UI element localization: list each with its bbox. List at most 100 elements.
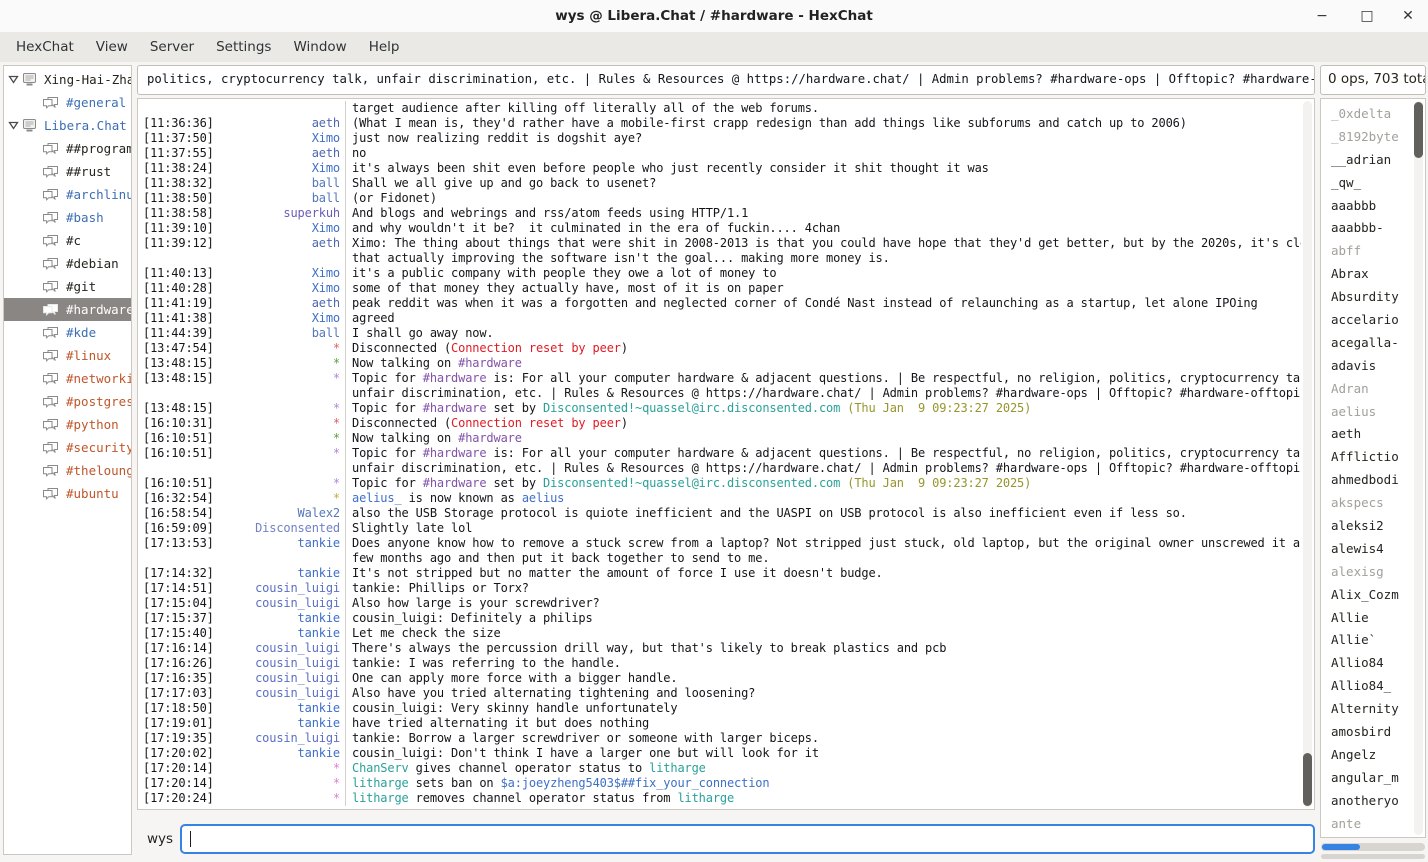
userlist-item[interactable]: abff	[1321, 240, 1414, 263]
sidebar-item-networking[interactable]: #networking	[4, 367, 131, 390]
userlist-item[interactable]: Alix_Cozm	[1321, 584, 1414, 607]
userlist-item[interactable]: Afflictio	[1321, 446, 1414, 469]
sidebar-item-xing-hai-zhan[interactable]: Xing-Hai-Zhan	[4, 68, 131, 91]
chat-nick: *	[222, 401, 345, 416]
userlist-item[interactable]: amosbird	[1321, 721, 1414, 744]
sidebar-item-rust[interactable]: ##rust	[4, 160, 131, 183]
sidebar-item-libera-chat[interactable]: Libera.Chat	[4, 114, 131, 137]
sidebar-item-security[interactable]: #security	[4, 436, 131, 459]
userlist-item[interactable]: adavis	[1321, 355, 1414, 378]
chat-message: tankie: Phillips or Torx?	[345, 581, 1301, 596]
sidebar-item-label: #python	[66, 417, 119, 432]
sidebar-item-programming[interactable]: ##programming	[4, 137, 131, 160]
menu-help[interactable]: Help	[358, 32, 411, 62]
menu-view[interactable]: View	[85, 32, 139, 62]
network-icon	[22, 72, 37, 87]
menu-server[interactable]: Server	[139, 32, 205, 62]
expander-icon[interactable]	[4, 75, 22, 84]
chat-message: It's not stripped but no matter the amou…	[345, 566, 1301, 581]
chat-nick: tankie	[222, 626, 345, 641]
sidebar-item-label: ##programming	[66, 141, 131, 156]
userlist-item[interactable]: akspecs	[1321, 492, 1414, 515]
sidebar-item-debian[interactable]: #debian	[4, 252, 131, 275]
chat-timestamp: [17:13:53]	[138, 536, 222, 551]
chat-timestamp: [17:18:50]	[138, 701, 222, 716]
userlist-item[interactable]: Adran	[1321, 378, 1414, 401]
userlist-item[interactable]: aaabbb-	[1321, 217, 1414, 240]
chat-line: [11:44:39]ballI shall go away now.	[138, 326, 1301, 341]
chat-message: (What I mean is, they'd rather have a mo…	[345, 116, 1301, 131]
chat-nick: aeth	[222, 236, 345, 251]
userlist-item[interactable]: Alternity	[1321, 698, 1414, 721]
sidebar-item-thelounge[interactable]: #thelounge	[4, 459, 131, 482]
channel-icon	[42, 96, 59, 110]
maximize-button[interactable]: □	[1351, 0, 1383, 32]
chat-line: [17:16:26]cousin_luigitankie: I was refe…	[138, 656, 1301, 671]
userlist-item[interactable]: _0xdelta	[1321, 103, 1414, 126]
chat-scrollbar-thumb[interactable]	[1303, 753, 1312, 806]
chat-line: [13:47:54]*Disconnected (Connection rese…	[138, 341, 1301, 356]
channel-icon	[42, 441, 59, 455]
userlist-item[interactable]: accelario	[1321, 309, 1414, 332]
chat-message: tankie: I was referring to the handle.	[345, 656, 1301, 671]
userlist-item[interactable]: Absurdity	[1321, 286, 1414, 309]
userlist-item[interactable]: angular_m	[1321, 767, 1414, 790]
topic-input[interactable]: politics, cryptocurrency talk, unfair di…	[137, 65, 1315, 95]
userlist-item[interactable]: _8192byte	[1321, 126, 1414, 149]
chat-nick: Walex2	[222, 506, 345, 521]
userlist-item[interactable]: Abrax	[1321, 263, 1414, 286]
userlist-hscrollbar[interactable]	[1321, 843, 1425, 851]
chat-message: Shall we all give up and go back to usen…	[345, 176, 1301, 191]
sidebar-item-label: #bash	[66, 210, 104, 225]
sidebar-item-ubuntu[interactable]: #ubuntu	[4, 482, 131, 505]
expander-icon[interactable]	[4, 121, 22, 130]
userlist-item[interactable]: Allie`	[1321, 629, 1414, 652]
chat-nick: *	[222, 776, 345, 791]
userlist-item[interactable]: Allie	[1321, 607, 1414, 630]
message-input[interactable]	[180, 824, 1315, 854]
userlist-scrollbar-thumb[interactable]	[1414, 102, 1423, 158]
userlist-item[interactable]: alexisg	[1321, 561, 1414, 584]
channel-icon	[42, 234, 59, 248]
sidebar-item-hardware[interactable]: #hardware	[4, 298, 131, 321]
userlist-item[interactable]: aelius	[1321, 401, 1414, 424]
minimize-button[interactable]: −	[1306, 0, 1338, 32]
userlist-item[interactable]: aeth	[1321, 423, 1414, 446]
chat-timestamp: [16:10:31]	[138, 416, 222, 431]
sidebar-item-bash[interactable]: #bash	[4, 206, 131, 229]
chat-nick: cousin_luigi	[222, 731, 345, 746]
userlist-item[interactable]: _qw_	[1321, 172, 1414, 195]
userlist-item[interactable]: anotheryo	[1321, 790, 1414, 813]
userlist-item[interactable]: ante	[1321, 813, 1414, 836]
chat-scrollbar[interactable]	[1303, 101, 1312, 807]
menu-window[interactable]: Window	[282, 32, 357, 62]
userlist-item[interactable]: aleksi2	[1321, 515, 1414, 538]
chat-line: [13:48:15]*Topic for #hardware set by Di…	[138, 401, 1301, 416]
sidebar-item-general[interactable]: #general	[4, 91, 131, 114]
userlist-scrollbar[interactable]	[1414, 101, 1423, 835]
userlist-hscrollbar-thumb[interactable]	[1322, 844, 1360, 850]
sidebar-item-linux[interactable]: #linux	[4, 344, 131, 367]
sidebar-item-c[interactable]: #c	[4, 229, 131, 252]
close-button[interactable]: ✕	[1392, 0, 1424, 32]
sidebar-item-python[interactable]: #python	[4, 413, 131, 436]
chat-timestamp: [16:10:51]	[138, 446, 222, 461]
userlist-item[interactable]: alewis4	[1321, 538, 1414, 561]
userlist-item[interactable]: Allio84	[1321, 652, 1414, 675]
sidebar-item-archlinux[interactable]: #archlinux	[4, 183, 131, 206]
menu-hexchat[interactable]: HexChat	[5, 32, 85, 62]
userlist-item[interactable]: acegalla-	[1321, 332, 1414, 355]
menu-settings[interactable]: Settings	[205, 32, 282, 62]
userlist-item[interactable]: Allio84_	[1321, 675, 1414, 698]
userlist-item[interactable]: Angelz	[1321, 744, 1414, 767]
sidebar-item-git[interactable]: #git	[4, 275, 131, 298]
chat-timestamp: [11:44:39]	[138, 326, 222, 341]
chat-line: [13:48:15]*Now talking on #hardware	[138, 356, 1301, 371]
chat-message: also the USB Storage protocol is quiote …	[345, 506, 1301, 521]
userlist-item[interactable]: ahmedbodi	[1321, 469, 1414, 492]
chat-nick: Ximo	[222, 266, 345, 281]
userlist-item[interactable]: aaabbb	[1321, 195, 1414, 218]
sidebar-item-postgresql[interactable]: #postgresql	[4, 390, 131, 413]
sidebar-item-kde[interactable]: #kde	[4, 321, 131, 344]
userlist-item[interactable]: __adrian	[1321, 149, 1414, 172]
